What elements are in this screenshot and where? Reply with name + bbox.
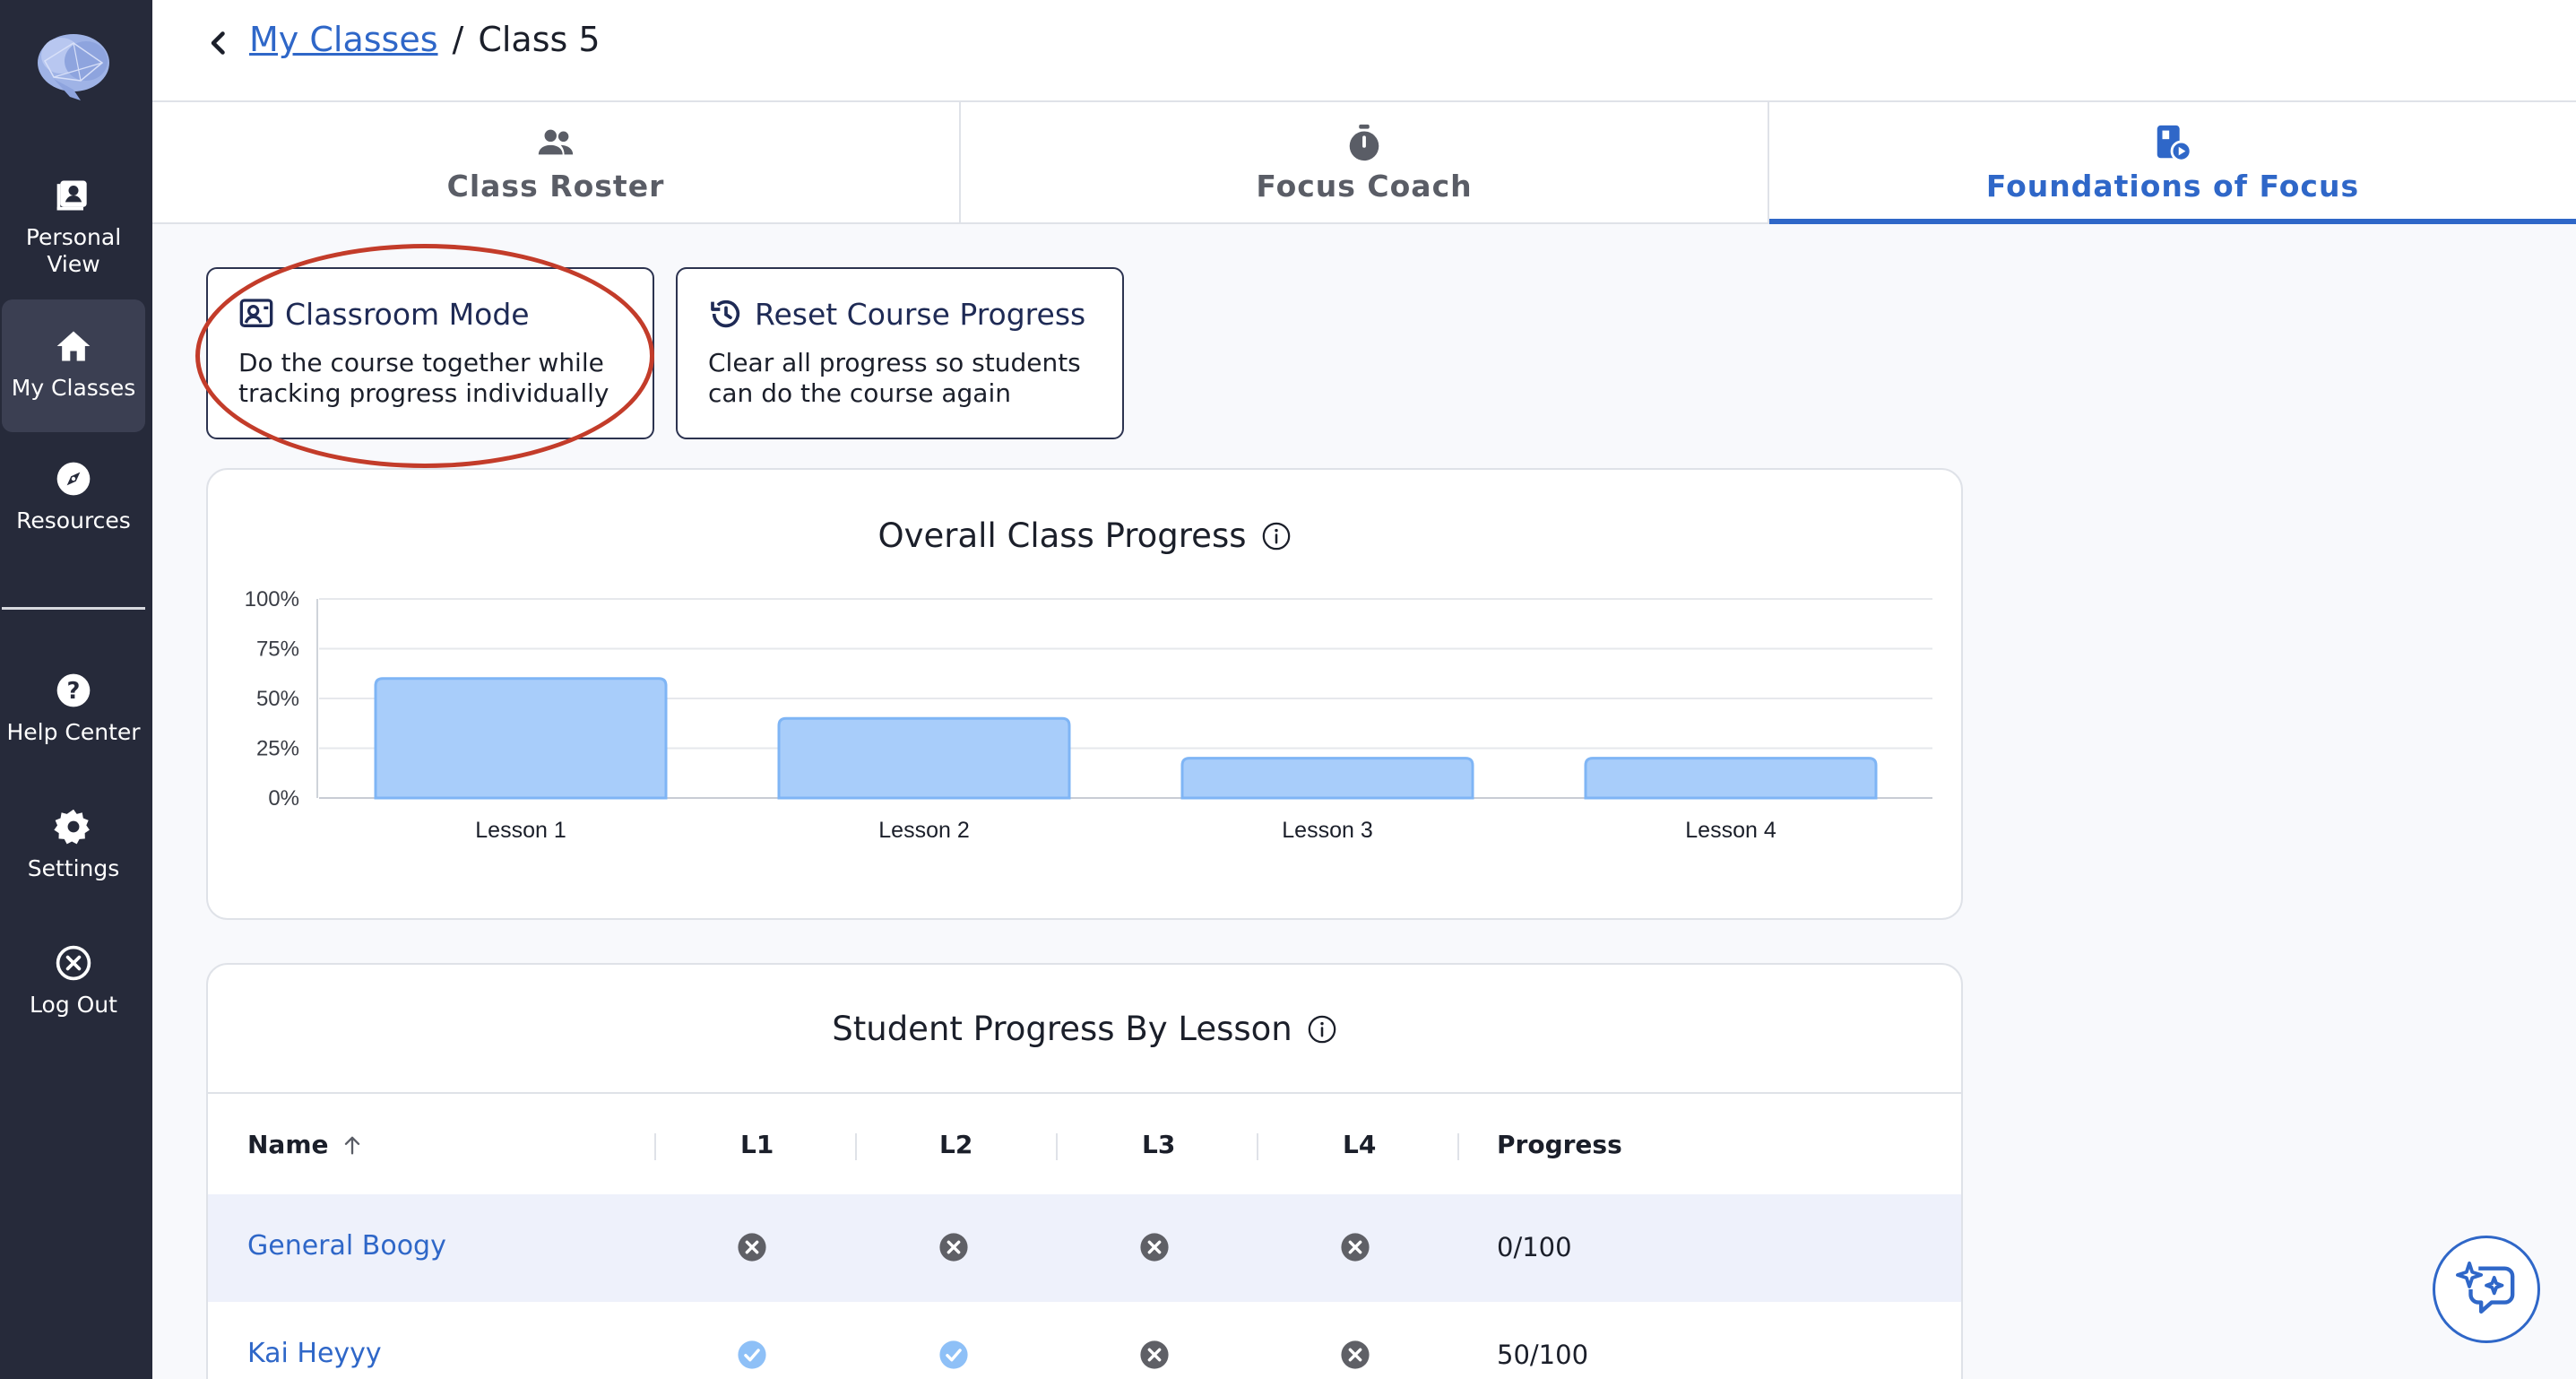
reset-course-progress-button[interactable]: Reset Course Progress Clear all progress…: [676, 267, 1124, 439]
table-row: General Boogy 0/100: [208, 1194, 1961, 1302]
reset-progress-title: Reset Course Progress: [708, 296, 1092, 332]
column-header-l1[interactable]: L1: [740, 1130, 774, 1159]
student-name-link[interactable]: General Boogy: [247, 1230, 446, 1262]
course-icon: [2157, 125, 2192, 162]
column-header-l2[interactable]: L2: [939, 1130, 972, 1159]
x-tick-label: Lesson 4: [1685, 818, 1776, 843]
tab-bar: Class Roster Focus Coach Foundations of …: [152, 102, 2576, 224]
incomplete-icon: [939, 1233, 968, 1262]
y-tick-label: 75%: [256, 637, 299, 662]
panel-title-text: Student Progress By Lesson: [832, 1010, 1292, 1048]
column-header-l3[interactable]: L3: [1142, 1130, 1175, 1159]
column-header-label: Name: [247, 1130, 329, 1159]
annotation-highlight-oval: [195, 244, 654, 468]
y-tick-label: 25%: [256, 737, 299, 761]
sidebar-item-log-out[interactable]: Log Out: [2, 943, 145, 1042]
chart-bar: [374, 677, 668, 800]
brain-logo-icon[interactable]: [27, 25, 125, 106]
tab-foundations-of-focus[interactable]: Foundations of Focus: [1769, 102, 2576, 224]
tab-class-roster[interactable]: Class Roster: [152, 102, 961, 222]
sidebar-item-settings[interactable]: Settings: [2, 807, 145, 906]
chart-bar: [1180, 757, 1474, 800]
ai-assistant-button[interactable]: [2433, 1236, 2540, 1343]
sidebar-item-label: Log Out: [30, 992, 117, 1018]
breadcrumb-separator: /: [452, 20, 464, 59]
close-circle-icon: [56, 945, 91, 981]
top-bar: My Classes / Class 5: [152, 0, 2576, 102]
x-tick-label: Lesson 1: [475, 818, 566, 843]
compass-icon: [56, 462, 91, 496]
table-row: Kai Heyyy 50/100: [208, 1302, 1961, 1379]
sidebar-item-label: Personal View: [25, 224, 122, 277]
history-icon: [711, 299, 740, 328]
incomplete-icon: [738, 1233, 766, 1262]
student-progress-panel: Student Progress By Lesson Name L1 L2 L3…: [206, 963, 1963, 1379]
column-separator: [1056, 1133, 1058, 1160]
chart-bar: [1584, 757, 1878, 800]
sidebar-item-label: Resources: [16, 507, 131, 533]
people-icon: [538, 129, 574, 154]
column-header-progress[interactable]: Progress: [1497, 1130, 1622, 1159]
reset-progress-label: Reset Course Progress: [755, 296, 1086, 332]
y-tick-label: 50%: [256, 687, 299, 711]
chevron-left-icon[interactable]: [203, 27, 235, 59]
sidebar-item-resources[interactable]: Resources: [2, 459, 145, 558]
student-progress-title: Student Progress By Lesson: [208, 1010, 1961, 1048]
arrow-up-icon: [344, 1136, 359, 1154]
sidebar-item-my-classes[interactable]: My Classes: [2, 299, 145, 432]
sidebar-item-label: Settings: [27, 855, 120, 881]
student-progress-value: 50/100: [1497, 1340, 1589, 1370]
home-icon: [56, 331, 91, 361]
breadcrumb: My Classes / Class 5: [249, 20, 601, 59]
breadcrumb-link-my-classes[interactable]: My Classes: [249, 20, 438, 59]
personal-view-icon: [56, 180, 87, 211]
y-tick-label: 100%: [245, 587, 299, 611]
incomplete-icon: [1140, 1340, 1169, 1369]
progress-bar-chart: 0% 25% 50% 75% 100% Lesson 1 Lesson 2 Lesson 3 L…: [245, 587, 1932, 843]
incomplete-icon: [1140, 1233, 1169, 1262]
table-header: Name L1 L2 L3 L4 Progress: [208, 1092, 1961, 1200]
sidebar-divider: [2, 607, 145, 610]
column-header-l4[interactable]: L4: [1343, 1130, 1376, 1159]
stopwatch-icon: [1349, 124, 1379, 160]
student-progress-value: 0/100: [1497, 1232, 1572, 1262]
incomplete-icon: [1341, 1340, 1370, 1369]
app-root: Personal View My Classes Resources ? Hel…: [0, 0, 2576, 1379]
column-separator: [855, 1133, 857, 1160]
overall-progress-panel: Overall Class Progress 0% 25% 50% 75% 100% Le…: [206, 468, 1963, 920]
x-tick-label: Lesson 3: [1282, 818, 1372, 843]
description-line: Clear all progress so students: [708, 348, 1081, 377]
x-tick-label: Lesson 2: [878, 818, 969, 843]
column-separator: [654, 1133, 656, 1160]
sidebar-item-label: My Classes: [11, 375, 136, 401]
incomplete-icon: [1341, 1233, 1370, 1262]
student-name-link[interactable]: Kai Heyyy: [247, 1338, 382, 1369]
info-icon[interactable]: [1307, 1014, 1337, 1045]
breadcrumb-current: Class 5: [478, 20, 601, 59]
column-separator: [1457, 1133, 1459, 1160]
y-tick-label: 0%: [268, 786, 299, 811]
description-line: can do the course again: [708, 378, 1011, 408]
chart-bar: [777, 716, 1071, 800]
column-separator: [1257, 1133, 1258, 1160]
tab-label: Focus Coach: [1256, 168, 1473, 204]
complete-check-icon: [738, 1340, 766, 1369]
reset-progress-description: Clear all progress so students can do th…: [708, 348, 1092, 409]
sidebar-item-label: Help Center: [6, 719, 141, 745]
gear-icon: [54, 809, 90, 845]
sidebar-item-help-center[interactable]: ? Help Center: [2, 671, 145, 769]
column-header-name[interactable]: Name: [247, 1130, 365, 1159]
chat-sparkle-icon: [2456, 1261, 2515, 1314]
sidebar: Personal View My Classes Resources ? Hel…: [0, 0, 152, 1379]
sidebar-item-personal-view[interactable]: Personal View: [2, 176, 145, 292]
tab-focus-coach[interactable]: Focus Coach: [961, 102, 1769, 222]
svg-text:?: ?: [67, 678, 81, 705]
help-icon: ?: [56, 673, 91, 707]
tab-label: Foundations of Focus: [1985, 168, 2360, 204]
complete-check-icon: [939, 1340, 968, 1369]
tab-label: Class Roster: [446, 168, 665, 204]
